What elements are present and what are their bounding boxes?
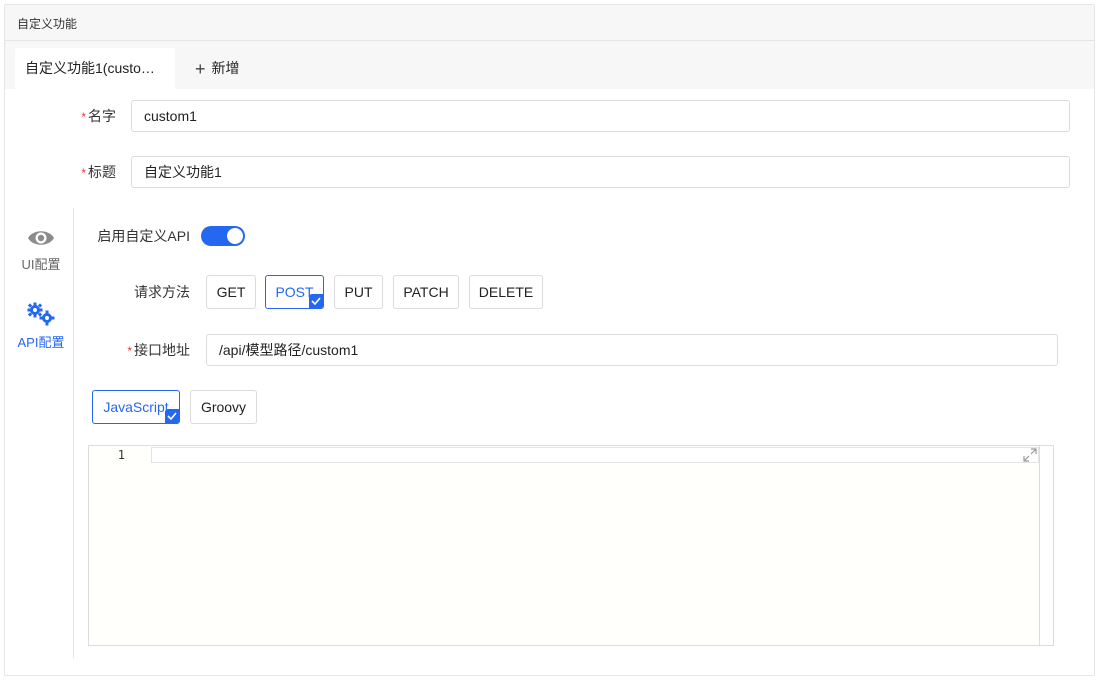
language-groovy-button[interactable]: Groovy [190,390,257,424]
title-row: * 标题 自定义功能1 [0,156,1100,188]
eye-icon [28,231,54,245]
check-icon [165,409,179,423]
name-row: * 名字 custom1 [0,100,1100,132]
panel-title: 自定义功能 [17,17,78,31]
add-tab-label: 新增 [211,60,240,76]
line-number: 1 [117,448,125,462]
nav-ui-label: UI配置 [21,257,61,272]
nav-item-api-config[interactable]: API配置 [8,302,74,351]
expand-icon[interactable] [1023,448,1037,462]
enable-api-toggle[interactable] [201,226,245,246]
nav-item-ui-config[interactable]: UI配置 [8,228,74,273]
endpoint-label: * 接口地址 [127,342,190,358]
enable-api-label: 启用自定义API [97,228,190,244]
language-javascript-button[interactable]: JavaScript [92,390,180,424]
add-tab-button[interactable]: + 新增 [185,48,250,89]
endpoint-input[interactable]: /api/模型路径/custom1 [206,334,1058,366]
method-patch-button[interactable]: PATCH [393,275,459,309]
editor-scrollbar[interactable] [1039,446,1053,645]
toggle-knob [227,228,243,244]
code-editor[interactable]: 1 [88,445,1054,646]
plus-icon: + [195,58,206,79]
editor-active-line[interactable] [151,447,1039,463]
title-label: * 标题 [81,164,116,180]
required-mark: * [81,110,86,124]
editor-gutter: 1 [89,446,151,645]
name-label: * 名字 [81,108,116,124]
gears-icon [27,302,55,326]
panel-header: 自定义功能 [5,5,1094,41]
nav-api-label: API配置 [17,335,65,350]
required-mark: * [81,166,86,180]
method-put-button[interactable]: PUT [334,275,383,309]
tab-custom1[interactable]: 自定义功能1(custom1) [15,48,175,89]
tab-bar: 自定义功能1(custom1) + 新增 [5,41,1094,89]
check-icon [309,294,323,308]
title-input[interactable]: 自定义功能1 [131,156,1070,188]
name-input[interactable]: custom1 [131,100,1070,132]
method-delete-button[interactable]: DELETE [469,275,543,309]
required-mark: * [127,344,132,358]
config-side-nav: UI配置 API配置 [8,208,74,658]
method-get-button[interactable]: GET [206,275,256,309]
method-post-button[interactable]: POST [265,275,324,309]
method-label: 请求方法 [134,284,190,300]
